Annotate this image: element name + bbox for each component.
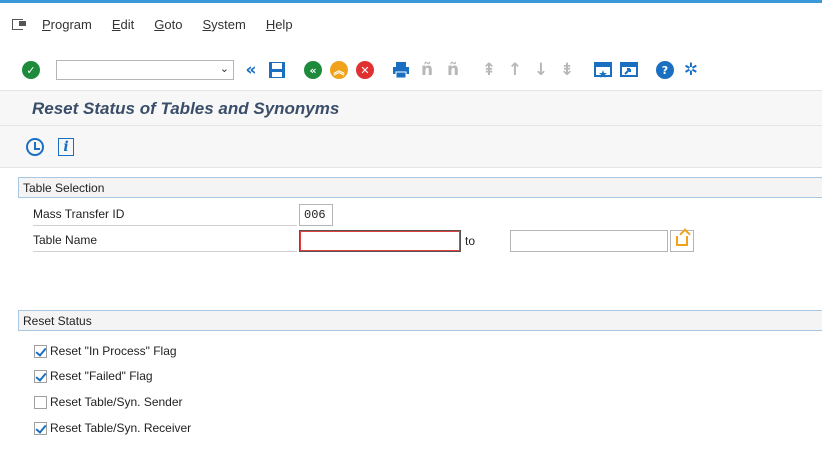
reset-sender-label: Reset Table/Syn. Sender [50, 395, 183, 409]
menu-help[interactable]: Help [266, 17, 293, 32]
mass-transfer-label: Mass Transfer ID [33, 204, 297, 226]
reset-receiver-checkbox[interactable] [34, 421, 47, 435]
page-title: Reset Status of Tables and Synonyms [32, 99, 340, 118]
save-button[interactable] [266, 59, 288, 81]
reset-receiver-row[interactable]: Reset Table/Syn. Receiver [34, 418, 191, 438]
mass-transfer-id-input[interactable]: 006 [299, 204, 333, 226]
exit-button[interactable]: ︽ [328, 59, 350, 81]
reset-failed-row[interactable]: Reset "Failed" Flag [34, 366, 153, 386]
standard-toolbar: ✓ ⌄ « « ︽ ✕ ñ ñ ⇞ ↑ ↓ ⇟ ? ✲ [0, 52, 822, 88]
title-bar: Reset Status of Tables and Synonyms [0, 90, 822, 126]
reset-status-header: Reset Status [18, 311, 822, 331]
menu-edit[interactable]: Edit [112, 17, 134, 32]
menu-program-label: rogram [50, 16, 92, 32]
help-button[interactable]: ? [654, 59, 676, 81]
menu-program[interactable]: Program [42, 17, 92, 32]
table-selection-header: Table Selection [18, 178, 822, 198]
next-page-icon[interactable]: ↓ [530, 59, 552, 81]
cancel-button[interactable]: ✕ [354, 59, 376, 81]
back-icon: « [304, 61, 322, 79]
table-name-from-input[interactable] [299, 230, 461, 252]
print-button[interactable] [390, 59, 412, 81]
new-session-button[interactable] [592, 59, 614, 81]
reset-failed-checkbox[interactable] [34, 369, 47, 383]
reset-sender-checkbox[interactable] [34, 395, 47, 409]
mass-transfer-row: Mass Transfer ID 006 [18, 204, 822, 226]
menu-help-label: elp [275, 16, 293, 32]
enter-icon: ✓ [22, 61, 40, 79]
table-selection-group: Table Selection Mass Transfer ID 006 Tab… [18, 177, 822, 267]
help-icon: ? [656, 61, 674, 79]
table-name-row: Table Name to [18, 230, 822, 252]
print-icon [393, 62, 409, 79]
new-session-icon [594, 62, 612, 78]
multiple-selection-icon [676, 236, 688, 246]
cancel-icon: ✕ [356, 61, 374, 79]
menu-system-label: ystem [211, 16, 246, 32]
shortcut-button[interactable] [618, 59, 640, 81]
menu-edit-label: dit [120, 16, 135, 32]
table-name-to-input[interactable] [510, 230, 668, 252]
back-button[interactable]: « [302, 59, 324, 81]
shortcut-icon [620, 62, 638, 77]
collapse-icon[interactable]: « [240, 59, 262, 81]
enter-button[interactable]: ✓ [20, 59, 42, 81]
application-toolbar: i [0, 126, 822, 168]
reset-receiver-label: Reset Table/Syn. Receiver [50, 421, 192, 435]
menu-goto[interactable]: Goto [154, 17, 182, 32]
menu-expand-icon[interactable] [12, 18, 28, 30]
reset-failed-label: Reset "Failed" Flag [50, 369, 153, 383]
exit-icon: ︽ [330, 61, 348, 79]
chevron-down-icon[interactable]: ⌄ [220, 62, 229, 75]
menu-help-mnemonic: H [265, 16, 276, 32]
first-page-icon[interactable]: ⇞ [478, 59, 500, 81]
reset-sender-row[interactable]: Reset Table/Syn. Sender [34, 392, 183, 412]
table-name-label: Table Name [33, 230, 297, 252]
menu-edit-mnemonic: E [111, 16, 121, 32]
previous-page-icon[interactable]: ↑ [504, 59, 526, 81]
reset-in-process-label: Reset "In Process" Flag [50, 344, 177, 358]
menu-system[interactable]: System [202, 17, 245, 32]
menu-system-mnemonic: S [202, 16, 212, 32]
menu-goto-mnemonic: G [154, 16, 165, 32]
menu-program-mnemonic: P [42, 16, 51, 32]
save-icon [269, 62, 285, 78]
last-page-icon[interactable]: ⇟ [556, 59, 578, 81]
reset-in-process-row[interactable]: Reset "In Process" Flag [34, 341, 177, 361]
settings-icon[interactable]: ✲ [680, 59, 702, 81]
menu-bar: Program Edit Goto System Help [0, 6, 822, 42]
command-field[interactable]: ⌄ [56, 60, 234, 80]
find-icon[interactable]: ñ [416, 59, 438, 81]
find-next-icon[interactable]: ñ [442, 59, 464, 81]
to-label: to [465, 234, 476, 248]
multiple-selection-button[interactable] [670, 230, 694, 252]
menu-goto-label: oto [164, 16, 183, 32]
info-icon[interactable]: i [58, 137, 74, 156]
reset-in-process-checkbox[interactable] [34, 344, 47, 358]
execute-icon[interactable] [26, 137, 44, 156]
